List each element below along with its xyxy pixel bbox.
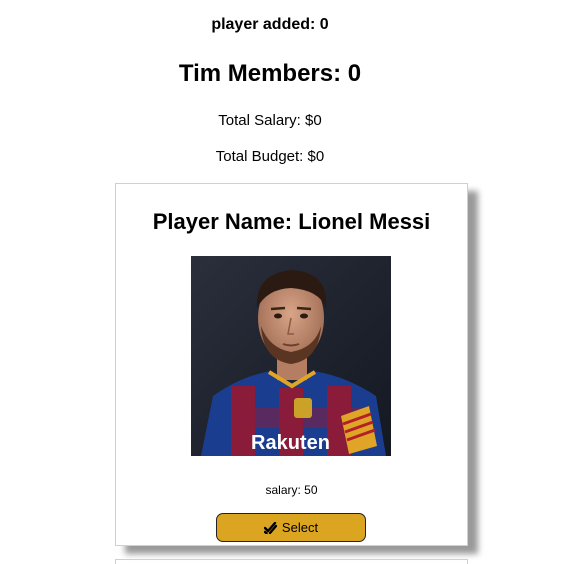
select-player-button[interactable]: Select: [216, 513, 366, 542]
next-player-card: [115, 559, 468, 564]
team-members-heading: Tim Members: 0: [178, 60, 362, 87]
players-added-count: player added: 0: [211, 16, 329, 33]
total-budget: Total Budget: $0: [215, 148, 325, 165]
player-name-heading: Player Name: Lionel Messi: [152, 209, 431, 234]
select-button-label: Select: [281, 520, 319, 535]
total-salary: Total Salary: $0: [218, 112, 322, 129]
double-check-icon: [263, 521, 277, 534]
player-salary: salary: 50: [265, 483, 318, 497]
player-photo: Rakuten: [191, 256, 391, 456]
page: player added: 0 Tim Members: 0 Total Sal…: [0, 0, 578, 564]
player-photo-illustration: Rakuten: [191, 256, 391, 456]
svg-text:Rakuten: Rakuten: [251, 432, 330, 454]
player-card: Player Name: Lionel Messi Rakuten salary…: [115, 183, 468, 546]
